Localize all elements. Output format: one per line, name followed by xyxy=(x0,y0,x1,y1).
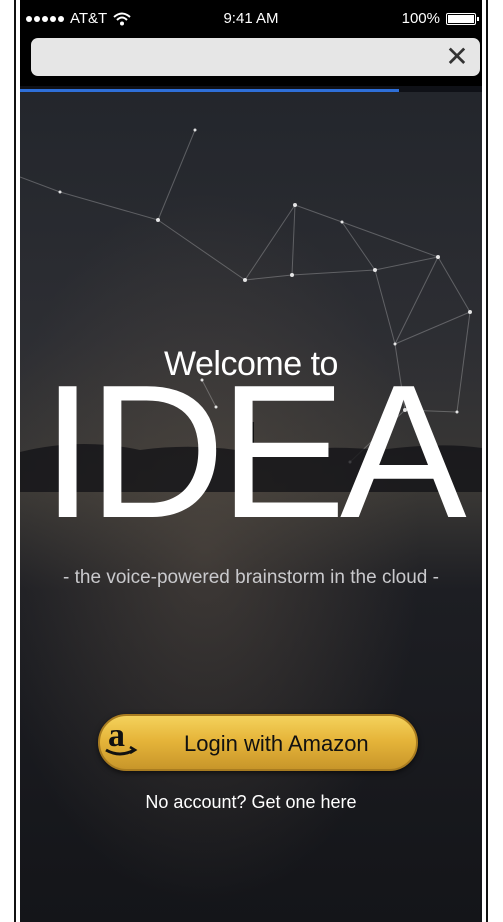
phone-screen: AT&T 9:41 AM 100% ✕ Welcome to IDEA - th… xyxy=(20,0,482,922)
close-icon[interactable]: ✕ xyxy=(442,42,472,72)
tagline: - the voice-powered brainstorm in the cl… xyxy=(63,567,439,588)
frame-border-left xyxy=(14,0,16,922)
login-button-label: Login with Amazon xyxy=(184,731,369,756)
app-title: IDEA xyxy=(41,346,466,558)
address-bar[interactable]: ✕ xyxy=(31,38,480,76)
status-bar: AT&T 9:41 AM 100% xyxy=(20,0,482,36)
browser-toolbar: ✕ xyxy=(20,36,482,86)
battery-icon xyxy=(446,12,479,25)
signup-link[interactable]: No account? Get one here xyxy=(20,792,482,813)
amazon-logo-icon: a xyxy=(105,717,138,756)
frame-border-right xyxy=(486,0,488,922)
battery-percentage: 100% xyxy=(401,10,440,27)
svg-text:a: a xyxy=(108,717,125,754)
hero-background: Welcome to IDEA - the voice-powered brai… xyxy=(20,92,482,922)
login-with-amazon-button[interactable]: a Login with Amazon xyxy=(98,714,418,771)
